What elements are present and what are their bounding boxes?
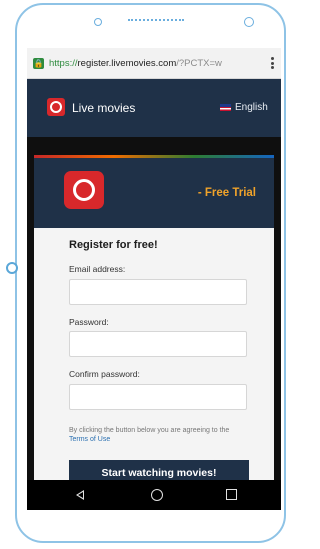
register-card: - Free Trial Register for free! Email ad…: [34, 155, 274, 510]
url-scheme: https://: [49, 57, 78, 69]
brand-name[interactable]: Live movies: [72, 101, 135, 115]
card-header: - Free Trial: [34, 155, 274, 228]
film-reel-icon: [64, 171, 104, 209]
nav-recents-icon[interactable]: [226, 489, 237, 500]
site-header: Live movies English: [27, 79, 281, 137]
email-label: Email address:: [69, 264, 126, 274]
confirm-password-field[interactable]: [69, 384, 247, 410]
password-label: Password:: [69, 317, 109, 327]
speaker-grille: [128, 19, 184, 25]
film-reel-icon[interactable]: [47, 98, 65, 116]
agreement-text: By clicking the button below you are agr…: [69, 427, 230, 434]
lock-icon: 🔒: [33, 57, 44, 69]
language-selector[interactable]: English: [235, 102, 268, 113]
form-title: Register for free!: [69, 239, 158, 251]
side-button: [6, 262, 18, 274]
sensor-icon: [244, 17, 254, 27]
nav-home-icon[interactable]: [151, 489, 163, 501]
android-nav-bar: [27, 480, 281, 510]
nav-back-icon[interactable]: [76, 490, 84, 500]
browser-address-bar[interactable]: 🔒 https:// register.livemovies.com /?PCT…: [27, 48, 281, 79]
more-vert-icon[interactable]: [271, 57, 274, 69]
front-camera-icon: [94, 18, 102, 26]
phone-screen: 🔒 https:// register.livemovies.com /?PCT…: [27, 48, 281, 510]
terms-link[interactable]: Terms of Use: [69, 436, 110, 443]
url-path: /?PCTX=w: [176, 57, 222, 69]
confirm-password-label: Confirm password:: [69, 369, 140, 379]
url-host: register.livemovies.com: [77, 57, 177, 69]
us-flag-icon: [220, 104, 231, 111]
email-field[interactable]: [69, 279, 247, 305]
agreement-note: By clicking the button below you are agr…: [69, 426, 254, 444]
free-trial-badge: - Free Trial: [197, 187, 256, 199]
password-field[interactable]: [69, 331, 247, 357]
